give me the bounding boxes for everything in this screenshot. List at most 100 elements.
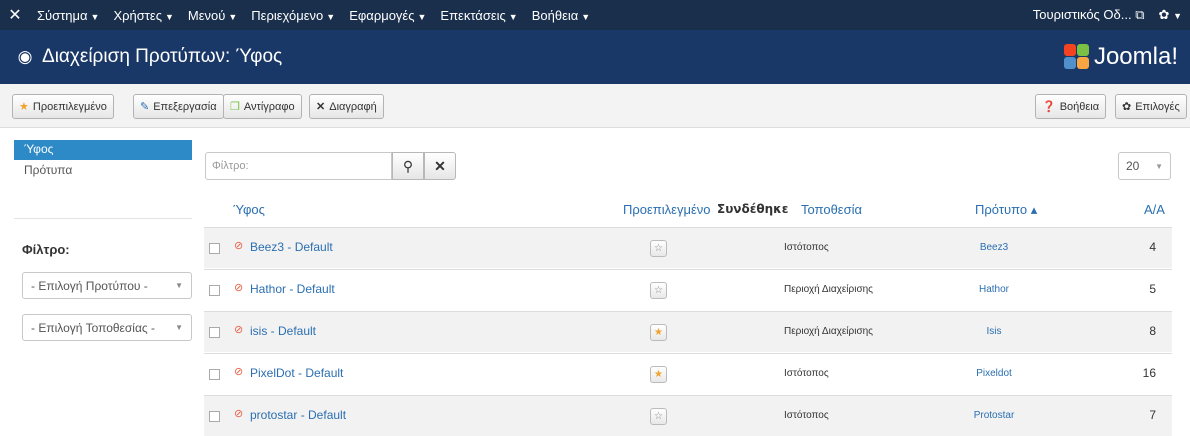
copy-icon: ❐: [230, 101, 240, 113]
edit-icon: ✎: [140, 101, 150, 113]
top-right: Τουριστικός Οδ... ⧉ ✿ ▼: [1033, 7, 1190, 23]
col-id[interactable]: Α/Α: [1144, 202, 1165, 217]
menu-label: Βοήθεια: [531, 7, 579, 23]
menu-extensions[interactable]: Επεκτάσεις ▼: [433, 8, 524, 23]
gear-icon: ✿: [1158, 7, 1170, 22]
search-input[interactable]: Φίλτρο:: [205, 152, 392, 180]
top-navbar: ✕ Σύστημα ▼ Χρήστες ▼ Μενού ▼ Περιεχόμενο ▼ …: [0, 0, 1190, 30]
page-header: ◉ Διαχείριση Προτύπων: Ύφος Joomla!: [0, 30, 1190, 84]
default-toggle[interactable]: ☆: [650, 282, 667, 299]
template-link[interactable]: Pixeldot: [924, 368, 1064, 379]
star-icon: ☆: [654, 411, 663, 422]
caret-down-icon: ▼: [581, 11, 591, 22]
close-icon: ✕: [434, 157, 446, 174]
default-toggle[interactable]: ★: [650, 324, 667, 341]
star-icon: ★: [654, 327, 663, 338]
default-button-label: Προεπιλεγμένο: [32, 100, 107, 113]
menu-label: Εφαρμογές: [349, 7, 415, 23]
unlinked-icon: ⊘: [234, 240, 244, 252]
default-toggle[interactable]: ☆: [650, 240, 667, 257]
clear-button[interactable]: ✕: [424, 152, 456, 180]
joomla-logo-text: Joomla!: [1093, 43, 1178, 70]
unlinked-icon: ⊘: [234, 366, 244, 378]
caret-down-icon: ▼: [326, 11, 336, 22]
edit-button-label: Επεξεργασία: [153, 100, 217, 113]
menu-content[interactable]: Περιεχόμενο ▼: [244, 8, 342, 23]
joomla-x-icon[interactable]: ✕: [0, 5, 30, 25]
search-icon: ⚲: [402, 157, 414, 174]
default-toggle[interactable]: ☆: [650, 408, 667, 425]
col-template[interactable]: Πρότυπο ▴: [975, 202, 1037, 218]
location-cell: Περιοχή Διαχείρισης: [784, 326, 873, 337]
location-select-value: - Επιλογή Τοποθεσίας -: [31, 320, 156, 335]
caret-down-icon: ▼: [228, 11, 238, 22]
col-location[interactable]: Τοποθεσία: [801, 202, 862, 217]
template-link[interactable]: Isis: [924, 326, 1064, 337]
default-button[interactable]: ★ Προεπιλεγμένο: [12, 94, 114, 119]
row-checkbox[interactable]: [209, 369, 220, 380]
default-toggle[interactable]: ★: [650, 366, 667, 383]
style-name-link[interactable]: protostar - Default: [250, 408, 346, 422]
filter-label: Φίλτρο:: [22, 242, 70, 257]
top-menu: Σύστημα ▼ Χρήστες ▼ Μενού ▼ Περιεχόμενο ▼ Εφ…: [30, 8, 597, 23]
options-button[interactable]: ✿ Επιλογές: [1115, 94, 1187, 119]
caret-down-icon: ▼: [508, 11, 518, 22]
external-link-icon: ⧉: [1135, 7, 1145, 22]
row-checkbox[interactable]: [209, 411, 220, 422]
chevron-down-icon: ▼: [1155, 161, 1163, 171]
id-cell: 4: [1149, 240, 1156, 254]
location-cell: Ιστότοπος: [784, 242, 829, 253]
id-cell: 5: [1149, 282, 1156, 296]
sidebar-item-templates[interactable]: Πρότυπα: [14, 160, 192, 180]
table-row: ⊘ Hathor - Default ☆ Περιοχή Διαχείρισης…: [204, 269, 1172, 310]
col-assigned: Συνδέθηκε: [717, 202, 789, 216]
style-name-link[interactable]: PixelDot - Default: [250, 366, 343, 380]
template-select[interactable]: - Επιλογή Προτύπου - ▼: [22, 272, 192, 299]
row-checkbox[interactable]: [209, 327, 220, 338]
menu-system[interactable]: Σύστημα ▼: [30, 8, 106, 23]
location-select[interactable]: - Επιλογή Τοποθεσίας - ▼: [22, 314, 192, 341]
template-link[interactable]: Protostar: [924, 410, 1064, 421]
unlinked-icon: ⊘: [234, 408, 244, 420]
menu-menus[interactable]: Μενού ▼: [181, 8, 244, 23]
delete-button-label: Διαγραφή: [329, 100, 377, 113]
row-checkbox[interactable]: [209, 243, 220, 254]
location-cell: Περιοχή Διαχείρισης: [784, 284, 873, 295]
unlinked-icon: ⊘: [234, 324, 244, 336]
delete-button[interactable]: ✕ Διαγραφή: [309, 94, 384, 119]
style-name-link[interactable]: Beez3 - Default: [250, 240, 333, 254]
menu-label: Περιεχόμενο: [251, 7, 324, 23]
help-button[interactable]: ❓ Βοήθεια: [1035, 94, 1107, 119]
table-row: ⊘ protostar - Default ☆ Ιστότοπος Protos…: [204, 395, 1172, 436]
copy-button[interactable]: ❐ Αντίγραφο: [223, 94, 302, 119]
star-icon: ☆: [654, 243, 663, 254]
row-checkbox[interactable]: [209, 285, 220, 296]
sidebar-item-styles[interactable]: Ύφος: [14, 140, 192, 160]
col-default[interactable]: Προεπιλεγμένο: [623, 202, 710, 217]
user-menu[interactable]: ✿ ▼: [1159, 7, 1182, 23]
search-button[interactable]: ⚲: [392, 152, 424, 180]
toolbar: ★ Προεπιλεγμένο ✎ Επεξεργασία ❐ Αντίγραφο ✕…: [0, 84, 1190, 128]
location-cell: Ιστότοπος: [784, 410, 829, 421]
edit-button[interactable]: ✎ Επεξεργασία: [133, 94, 224, 119]
template-link[interactable]: Hathor: [924, 284, 1064, 295]
site-link[interactable]: Τουριστικός Οδ... ⧉: [1033, 7, 1145, 23]
table-row: ⊘ Beez3 - Default ☆ Ιστότοπος Beez3 4: [204, 227, 1172, 268]
menu-help[interactable]: Βοήθεια ▼: [525, 8, 597, 23]
col-style[interactable]: Ύφος: [233, 202, 265, 217]
caret-down-icon: ▼: [1173, 11, 1182, 21]
menu-components[interactable]: Εφαρμογές ▼: [342, 8, 433, 23]
list-limit-select[interactable]: 20 ▼: [1118, 152, 1171, 180]
template-link[interactable]: Beez3: [924, 242, 1064, 253]
table-row: ⊘ PixelDot - Default ★ Ιστότοπος Pixeldo…: [204, 353, 1172, 394]
joomla-logo[interactable]: Joomla!: [1063, 43, 1178, 71]
style-name-link[interactable]: isis - Default: [250, 324, 316, 338]
star-icon: ★: [654, 369, 663, 380]
star-icon: ★: [19, 101, 29, 113]
sidebar-divider: [14, 218, 192, 219]
eye-icon: ◉: [17, 47, 33, 66]
menu-users[interactable]: Χρήστες ▼: [106, 8, 180, 23]
caret-down-icon: ▼: [164, 11, 174, 22]
style-name-link[interactable]: Hathor - Default: [250, 282, 335, 296]
menu-label: Σύστημα: [37, 7, 88, 23]
